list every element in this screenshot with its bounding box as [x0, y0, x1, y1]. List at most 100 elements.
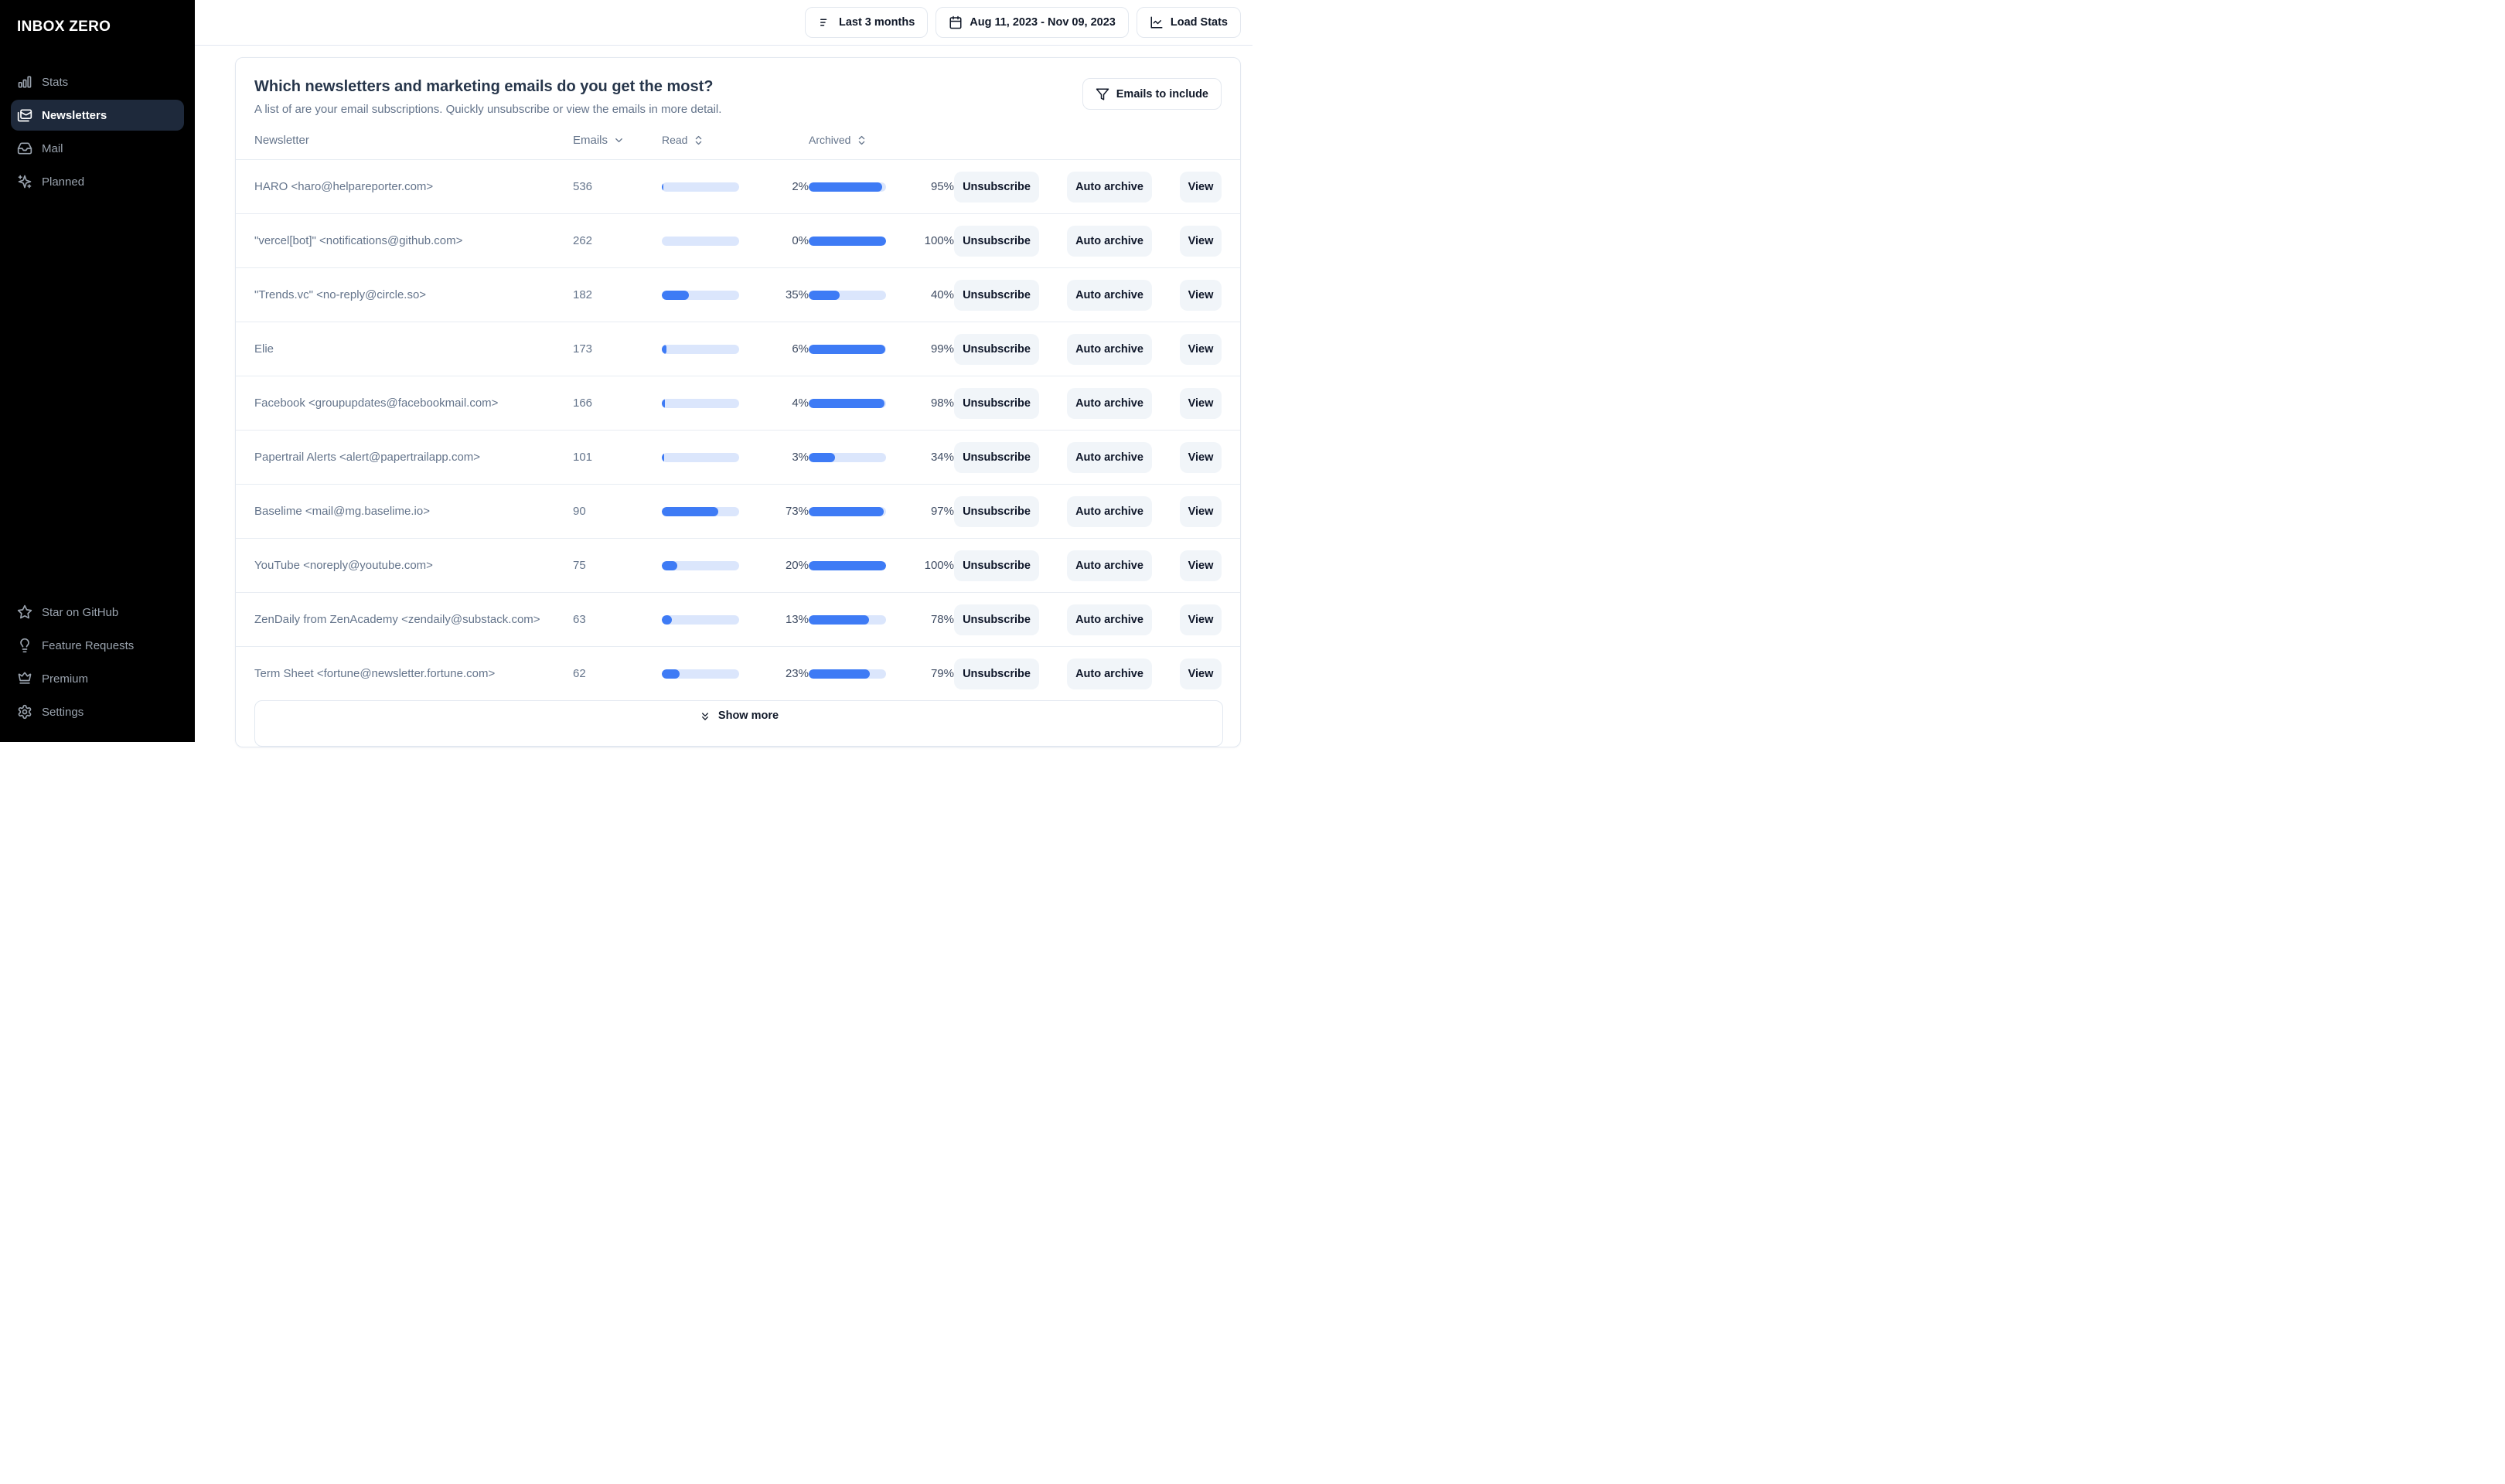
load-stats-button[interactable]: Load Stats: [1136, 7, 1241, 38]
column-emails[interactable]: Emails: [573, 134, 662, 147]
view-button[interactable]: View: [1180, 495, 1222, 527]
unsubscribe-button[interactable]: Unsubscribe: [954, 604, 1039, 635]
sidebar-item-stats[interactable]: Stats: [11, 66, 184, 97]
view-button[interactable]: View: [1180, 658, 1222, 689]
read-progress-cell: 6%: [662, 342, 809, 356]
read-progress-bar: [662, 236, 739, 246]
date-preset-button[interactable]: Last 3 months: [804, 7, 929, 38]
sidebar-item-label: Stats: [42, 75, 69, 89]
archived-progress-bar-fill: [809, 344, 885, 354]
newsletter-name: Baselime <mail@mg.baselime.io>: [254, 505, 430, 518]
sidebar-item-star-on-github[interactable]: Star on GitHub: [11, 597, 184, 628]
sidebar-item-label: Star on GitHub: [42, 605, 119, 619]
auto-archive-button[interactable]: Auto archive: [1067, 387, 1152, 419]
sidebar-item-planned[interactable]: Planned: [11, 166, 184, 197]
table-row: "vercel[bot]" <notifications@github.com>…: [236, 213, 1240, 267]
date-range-label: Aug 11, 2023 - Nov 09, 2023: [970, 16, 1116, 29]
read-progress-bar: [662, 506, 739, 516]
archived-progress-bar-fill: [809, 290, 840, 300]
app-logo: INBOX ZERO: [17, 19, 111, 35]
archived-percentage: 100%: [924, 559, 954, 572]
sidebar-item-newsletters[interactable]: Newsletters: [11, 100, 184, 131]
view-button[interactable]: View: [1180, 441, 1222, 473]
sidebar-item-label: Planned: [42, 175, 85, 189]
archived-progress-bar: [809, 344, 886, 354]
view-button[interactable]: View: [1180, 333, 1222, 365]
table-row: Elie 173 6% 99% Unsubscribe Auto archive View: [236, 322, 1240, 376]
unsubscribe-button[interactable]: Unsubscribe: [954, 441, 1039, 473]
table-row: Papertrail Alerts <alert@papertrailapp.c…: [236, 430, 1240, 484]
column-archived[interactable]: Archived: [809, 134, 954, 146]
emails-count: 536: [573, 180, 593, 193]
auto-archive-button[interactable]: Auto archive: [1067, 171, 1152, 203]
view-button[interactable]: View: [1180, 279, 1222, 311]
read-progress-bar-fill: [662, 290, 689, 300]
read-progress-bar: [662, 560, 739, 570]
read-percentage: 6%: [792, 342, 809, 356]
show-more-button[interactable]: Show more: [254, 700, 1223, 747]
archived-progress-bar: [809, 614, 886, 625]
row-actions: Unsubscribe Auto archive View: [954, 441, 1222, 473]
unsubscribe-button[interactable]: Unsubscribe: [954, 387, 1039, 419]
view-button[interactable]: View: [1180, 387, 1222, 419]
read-progress-bar-fill: [662, 344, 666, 354]
auto-archive-button[interactable]: Auto archive: [1067, 225, 1152, 257]
archived-progress-bar: [809, 560, 886, 570]
read-percentage: 23%: [785, 667, 809, 680]
archived-progress-cell: 78%: [809, 613, 954, 626]
sidebar-item-feature-requests[interactable]: Feature Requests: [11, 630, 184, 661]
archived-progress-bar: [809, 182, 886, 192]
table-row: HARO <haro@helpareporter.com> 536 2% 95% Uns…: [236, 159, 1240, 213]
row-actions: Unsubscribe Auto archive View: [954, 333, 1222, 365]
unsubscribe-button[interactable]: Unsubscribe: [954, 658, 1039, 689]
auto-archive-button[interactable]: Auto archive: [1067, 550, 1152, 581]
unsubscribe-button[interactable]: Unsubscribe: [954, 550, 1039, 581]
emails-count: 182: [573, 288, 593, 301]
row-actions: Unsubscribe Auto archive View: [954, 225, 1222, 257]
sidebar-item-settings[interactable]: Settings: [11, 696, 184, 727]
auto-archive-button[interactable]: Auto archive: [1067, 279, 1152, 311]
sparkles-icon: [17, 174, 32, 189]
newsletter-name: Term Sheet <fortune@newsletter.fortune.c…: [254, 667, 496, 680]
unsubscribe-button[interactable]: Unsubscribe: [954, 333, 1039, 365]
row-actions: Unsubscribe Auto archive View: [954, 279, 1222, 311]
column-read[interactable]: Read: [662, 134, 809, 146]
sidebar-item-label: Premium: [42, 672, 89, 686]
auto-archive-button[interactable]: Auto archive: [1067, 495, 1152, 527]
sidebar-item-mail[interactable]: Mail: [11, 133, 184, 164]
mails-icon: [17, 107, 32, 123]
view-button[interactable]: View: [1180, 604, 1222, 635]
archived-progress-cell: 34%: [809, 451, 954, 464]
emails-count: 90: [573, 505, 586, 518]
read-progress-bar: [662, 669, 739, 679]
auto-archive-button[interactable]: Auto archive: [1067, 604, 1152, 635]
emails-to-include-button[interactable]: Emails to include: [1082, 78, 1222, 110]
column-archived-label: Archived: [809, 134, 851, 146]
date-range-button[interactable]: Aug 11, 2023 - Nov 09, 2023: [936, 7, 1129, 38]
archived-progress-bar-fill: [809, 560, 886, 570]
unsubscribe-button[interactable]: Unsubscribe: [954, 495, 1039, 527]
auto-archive-button[interactable]: Auto archive: [1067, 658, 1152, 689]
archived-progress-bar: [809, 506, 886, 516]
unsubscribe-button[interactable]: Unsubscribe: [954, 171, 1039, 203]
auto-archive-button[interactable]: Auto archive: [1067, 333, 1152, 365]
row-actions: Unsubscribe Auto archive View: [954, 171, 1222, 203]
archived-progress-bar-fill: [809, 614, 869, 625]
column-read-label: Read: [662, 134, 688, 146]
archived-progress-cell: 97%: [809, 505, 954, 518]
sidebar-item-premium[interactable]: Premium: [11, 663, 184, 694]
unsubscribe-button[interactable]: Unsubscribe: [954, 225, 1039, 257]
row-actions: Unsubscribe Auto archive View: [954, 658, 1222, 689]
auto-archive-button[interactable]: Auto archive: [1067, 441, 1152, 473]
view-button[interactable]: View: [1180, 550, 1222, 581]
lightbulb-icon: [17, 638, 32, 653]
unsubscribe-button[interactable]: Unsubscribe: [954, 279, 1039, 311]
newsletter-name: YouTube <noreply@youtube.com>: [254, 559, 433, 572]
view-button[interactable]: View: [1180, 225, 1222, 257]
chevrons-up-down-icon: [693, 134, 704, 146]
table-body: HARO <haro@helpareporter.com> 536 2% 95% Uns…: [236, 159, 1240, 700]
view-button[interactable]: View: [1180, 171, 1222, 203]
read-progress-bar: [662, 290, 739, 300]
read-progress-bar-fill: [662, 669, 680, 679]
chevron-down-icon: [613, 134, 625, 146]
